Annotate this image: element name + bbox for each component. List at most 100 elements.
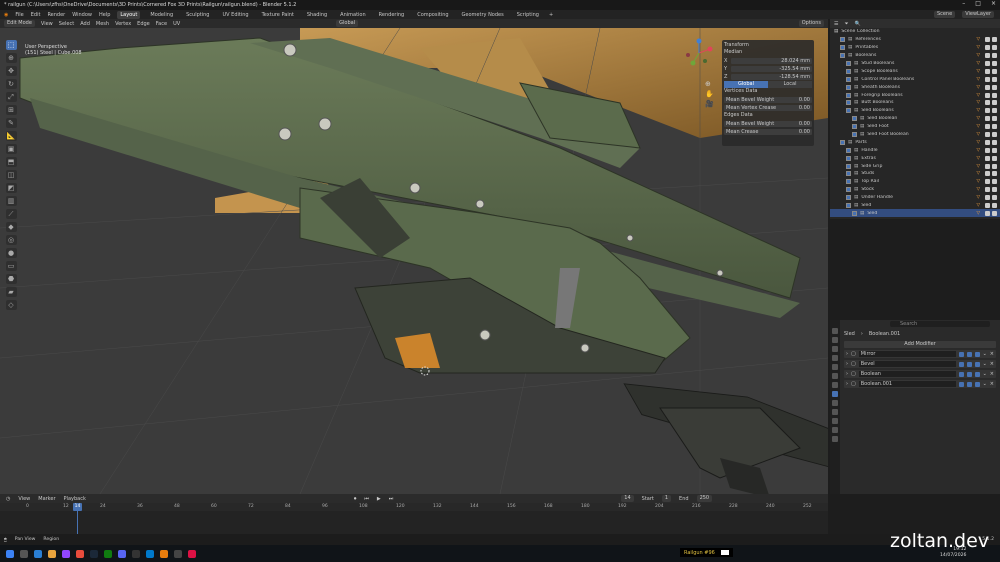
z-field[interactable]: -128.54 mm (731, 73, 812, 80)
vertices-data-header[interactable]: Vertices Data (724, 88, 812, 95)
menu-select[interactable]: Select (59, 21, 74, 27)
x-field[interactable]: 28.024 mm (731, 57, 812, 64)
include-checkbox[interactable] (846, 155, 851, 161)
modifier-menu-icon[interactable]: ⌄ (983, 351, 987, 357)
visibility-icon[interactable] (985, 61, 990, 66)
discord-icon[interactable] (118, 549, 126, 558)
camera-render-icon[interactable] (992, 76, 997, 82)
annotate-icon[interactable]: ✎ (5, 118, 17, 128)
y-field[interactable]: -325.54 mm (731, 65, 812, 72)
visibility-icon[interactable] (985, 100, 990, 106)
outliner-row[interactable]: ▤ Sled Foot ▽ (830, 123, 1000, 131)
outliner-row[interactable]: ▤ Sheath Booleans ▽ (830, 83, 1000, 91)
scene-selector[interactable]: Scene (933, 11, 956, 18)
outliner-row[interactable]: ▤ Stock ▽ (830, 186, 1000, 194)
outliner-row[interactable]: ▤ Handle ▽ (830, 146, 1000, 154)
select-box-icon[interactable]: ⬚ (5, 40, 17, 50)
properties-search[interactable]: Search (890, 321, 990, 327)
output-tab-icon[interactable] (832, 346, 838, 352)
visibility-icon[interactable] (985, 195, 990, 201)
physics-tab-icon[interactable] (832, 409, 838, 415)
outliner-row[interactable]: ▤ Stud Booleans ▽ (830, 60, 1000, 68)
remove-modifier-icon[interactable]: × (990, 361, 994, 367)
include-checkbox[interactable] (846, 108, 851, 114)
viewport-toggle-icon[interactable] (966, 371, 972, 377)
menu-edit[interactable]: Edit (31, 12, 41, 18)
bevel-icon[interactable]: ◩ (5, 183, 17, 193)
render-toggle-icon[interactable] (974, 361, 980, 367)
outliner-row[interactable]: ▤ Sled Boolean ▽ (830, 115, 1000, 123)
spin-icon[interactable]: ◎ (5, 235, 17, 245)
include-checkbox[interactable] (846, 171, 851, 177)
move-icon[interactable]: ✥ (5, 66, 17, 76)
world-tab-icon[interactable] (832, 373, 838, 379)
search-icon[interactable] (20, 549, 28, 558)
camera-render-icon[interactable] (992, 195, 997, 201)
vscode-icon[interactable] (146, 549, 154, 558)
outliner-row[interactable]: ▤ Under Handle ▽ (830, 194, 1000, 202)
modifier-name-field[interactable]: Boolean (858, 371, 956, 377)
menu-view[interactable]: View (41, 21, 53, 27)
outliner-row[interactable]: ▤ Parts ▽ (830, 138, 1000, 146)
expand-chevron-icon[interactable]: › (846, 361, 848, 367)
remove-modifier-icon[interactable]: × (990, 351, 994, 357)
visibility-icon[interactable] (985, 179, 990, 185)
camera-render-icon[interactable] (992, 68, 997, 74)
twitch-icon[interactable] (62, 549, 70, 558)
mean-vertex-crease-field[interactable]: Mean Vertex Crease 0.00 (724, 104, 812, 111)
outliner-row[interactable]: ▤ Sled ▽ (830, 202, 1000, 210)
menu-window[interactable]: Window (72, 12, 92, 18)
panel-title[interactable]: Transform (724, 42, 812, 49)
edges-data-header[interactable]: Edges Data (724, 112, 812, 119)
poly-build-icon[interactable]: ◆ (5, 222, 17, 232)
start-frame-field[interactable]: 1 (661, 495, 672, 502)
visibility-icon[interactable] (985, 139, 990, 145)
editmode-toggle-icon[interactable] (958, 381, 964, 387)
edge-slide-icon[interactable]: ▭ (5, 261, 17, 271)
remove-modifier-icon[interactable]: × (990, 371, 994, 377)
camera-render-icon[interactable] (992, 100, 997, 106)
camera-render-icon[interactable] (992, 203, 997, 209)
menu-edge[interactable]: Edge (137, 21, 150, 27)
include-checkbox[interactable] (852, 210, 857, 216)
camera-render-icon[interactable] (992, 155, 997, 161)
include-checkbox[interactable] (852, 116, 857, 122)
jump-end-icon[interactable]: ⏭ (389, 496, 394, 502)
global-toggle[interactable]: Global (724, 81, 768, 88)
modifier-menu-icon[interactable]: ⌄ (983, 371, 987, 377)
include-checkbox[interactable] (852, 124, 857, 130)
tab-texture-paint[interactable]: Texture Paint (259, 11, 297, 19)
include-checkbox[interactable] (846, 179, 851, 185)
knife-icon[interactable]: ⟋ (5, 209, 17, 219)
include-checkbox[interactable] (846, 84, 851, 90)
menu-playback[interactable]: Playback (64, 496, 86, 502)
modifier-name-field[interactable]: Boolean.001 (858, 381, 956, 387)
record-icon[interactable]: ⏺ (354, 496, 357, 502)
visibility-icon[interactable] (985, 108, 990, 114)
include-checkbox[interactable] (846, 61, 851, 66)
outliner-row[interactable]: ▤ Scope Booleans ▽ (830, 67, 1000, 75)
include-checkbox[interactable] (846, 100, 851, 106)
remove-modifier-icon[interactable]: × (990, 381, 994, 387)
frame-ruler[interactable]: 0 12 24 36 48 60 72 84 96 108 120 132 144 156 168 180 19… (0, 503, 828, 511)
visibility-icon[interactable] (985, 84, 990, 90)
modifier-panel[interactable]: › ▢ Bevel ⌄ × (844, 360, 996, 368)
tab-shading[interactable]: Shading (304, 11, 330, 19)
visibility-icon[interactable] (985, 187, 990, 193)
add-modifier-button[interactable]: Add Modifier (844, 341, 996, 348)
visibility-icon[interactable] (985, 132, 990, 138)
inset-icon[interactable]: ◫ (5, 170, 17, 180)
render-toggle-icon[interactable] (974, 381, 980, 387)
loop-cut-icon[interactable]: ▥ (5, 196, 17, 206)
camera-render-icon[interactable] (992, 116, 997, 122)
menu-marker[interactable]: Marker (38, 496, 55, 502)
camera-render-icon[interactable] (992, 147, 997, 153)
include-checkbox[interactable] (840, 139, 845, 145)
visibility-icon[interactable] (985, 124, 990, 130)
camera-render-icon[interactable] (992, 163, 997, 169)
camera-icon[interactable]: 🎥 (705, 100, 714, 108)
modifier-tab-icon[interactable] (832, 391, 838, 397)
camera-render-icon[interactable] (992, 92, 997, 98)
menu-face[interactable]: Face (156, 21, 167, 27)
end-frame-field[interactable]: 250 (696, 495, 713, 502)
